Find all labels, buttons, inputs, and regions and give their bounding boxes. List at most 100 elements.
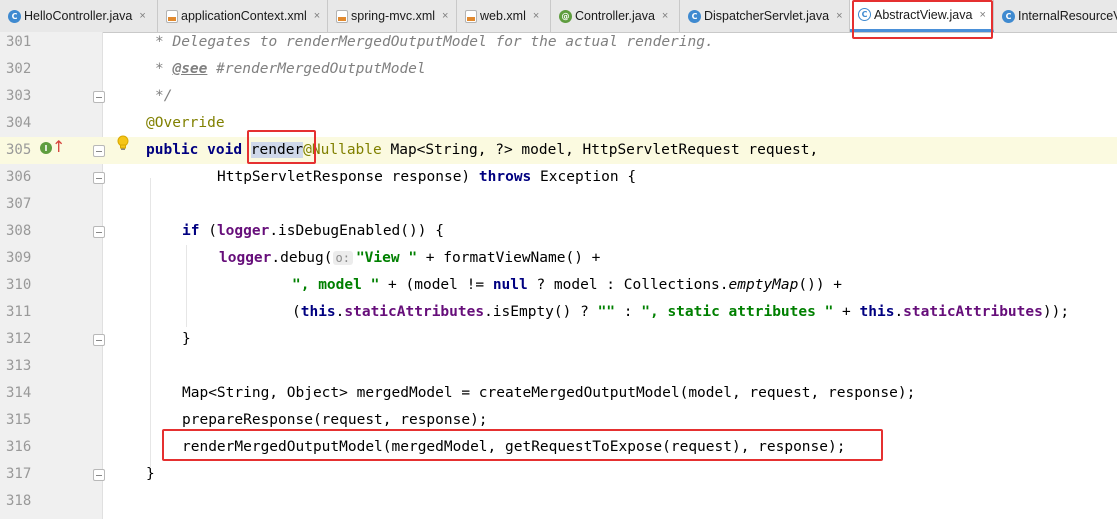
parameter-hint: o: (332, 251, 353, 265)
code-call: .isDebugEnabled()) { (269, 223, 444, 239)
line-number: 313 (6, 358, 32, 374)
code-line-current: 305 public void render@Nullable Map<Stri… (0, 137, 1117, 164)
close-icon[interactable]: × (836, 10, 842, 22)
close-icon[interactable]: × (533, 10, 539, 22)
exception-clause: Exception { (531, 169, 637, 185)
code-line: 308 if (logger.isDebugEnabled()) { (0, 218, 1117, 245)
code-punct: . (894, 304, 904, 320)
field-logger: logger (219, 250, 272, 266)
comment-star: * (155, 61, 173, 77)
code-text: (this.staticAttributes.isEmpty() ? "" : … (292, 299, 1069, 326)
code-line: 306 HttpServletResponse response) throws… (0, 164, 1117, 191)
keyword-if: if (182, 223, 200, 239)
comment-text: */ (155, 88, 173, 104)
line-number: 304 (6, 115, 32, 131)
string-literal: "" (597, 304, 616, 320)
close-icon[interactable]: × (662, 10, 668, 22)
code-line: 303 */ (0, 83, 1117, 110)
indent-guide (186, 245, 187, 327)
line-number: 307 (6, 196, 32, 212)
line-number: 311 (6, 304, 32, 320)
tab-web-xml[interactable]: web.xml × (457, 0, 551, 32)
fold-marker[interactable] (93, 469, 105, 481)
tab-controller-java[interactable]: @ Controller.java × (551, 0, 680, 32)
keyword-this: this (300, 304, 336, 320)
tab-dispatcherservlet-java[interactable]: C DispatcherServlet.java × (680, 0, 850, 32)
implements-marker-icon[interactable]: I (40, 142, 52, 154)
code-text: logger.debug(o: "View " + formatViewName(… (219, 245, 600, 272)
line-number: 305 (6, 142, 32, 158)
string-literal: ", model " (292, 277, 380, 293)
tab-spring-mvc-xml[interactable]: spring-mvc.xml × (328, 0, 457, 32)
code-text: ", model " + (model != null ? model : Co… (292, 272, 842, 299)
line-number: 302 (6, 61, 32, 77)
line-number: 308 (6, 223, 32, 239)
code-expr: + (833, 304, 860, 320)
code-text-rest: + formatViewName() + (417, 250, 601, 266)
lightbulb-icon[interactable] (116, 135, 130, 153)
tab-label: HelloController.java (24, 9, 133, 23)
line-number: 303 (6, 88, 32, 104)
tab-label: web.xml (480, 9, 526, 23)
line-number: 316 (6, 439, 32, 455)
code-line: 307 (0, 191, 1117, 218)
code-expr: ()) + (798, 277, 843, 293)
tab-hellocontroller-java[interactable]: C HelloController.java × (0, 0, 158, 32)
xml-file-icon (465, 9, 477, 23)
overrides-arrow-icon[interactable]: ↑ (52, 137, 65, 157)
tab-label: DispatcherServlet.java (704, 9, 830, 23)
line-number: 312 (6, 331, 32, 347)
static-method-call: emptyMap (728, 277, 799, 293)
xml-file-icon (166, 9, 178, 23)
code-line: 312 } (0, 326, 1117, 353)
code-text: HttpServletResponse response) throws Exc… (217, 164, 636, 191)
field-logger: logger (216, 223, 270, 239)
tab-label: Controller.java (575, 9, 655, 23)
code-line: 304 @Override (0, 110, 1117, 137)
tab-label: spring-mvc.xml (351, 9, 436, 23)
code-line: 311 (this.staticAttributes.isEmpty() ? "… (0, 299, 1117, 326)
code-call: .debug( (271, 250, 333, 266)
line-number: 317 (6, 466, 32, 482)
comment-rest: #renderMergedOutputModel (207, 61, 426, 77)
parameters: HttpServletResponse response) (217, 169, 479, 185)
fold-marker[interactable] (93, 226, 105, 238)
override-annotation: @Override (146, 115, 225, 131)
code-expr: + (model != (379, 277, 493, 293)
code-line: 302 * @see #renderMergedOutputModel (0, 56, 1117, 83)
tab-label: InternalResourceV (1018, 9, 1117, 23)
code-line: 314 Map<String, Object> mergedModel = cr… (0, 380, 1117, 407)
code-line: 318 (0, 488, 1117, 515)
fold-marker[interactable] (93, 334, 105, 346)
code-punct: ( (292, 304, 301, 320)
fold-marker[interactable] (93, 91, 105, 103)
string-literal: "View " (355, 250, 418, 266)
fold-marker[interactable] (93, 172, 105, 184)
indent-guide (150, 178, 151, 468)
line-number: 301 (6, 34, 32, 50)
highlight-box-line-316 (162, 429, 883, 461)
close-icon[interactable]: × (314, 10, 320, 22)
code-text: if (logger.isDebugEnabled()) { (182, 218, 444, 245)
code-punct: )); (1042, 304, 1070, 320)
code-text: Map<String, Object> mergedModel = create… (182, 385, 916, 401)
xml-file-icon (336, 9, 348, 23)
code-line: 310 ", model " + (model != null ? model … (0, 272, 1117, 299)
line-number: 306 (6, 169, 32, 185)
tab-applicationcontext-xml[interactable]: applicationContext.xml × (158, 0, 328, 32)
closing-brace: } (182, 331, 191, 347)
close-icon[interactable]: × (139, 10, 145, 22)
highlight-box-render (247, 130, 316, 164)
javadoc-tag: @see (172, 61, 208, 77)
code-line: 317 } (0, 461, 1117, 488)
keyword-throws: throws (478, 169, 532, 185)
close-icon[interactable]: × (442, 10, 448, 22)
fold-marker[interactable] (93, 145, 105, 157)
annotation-icon: @ (559, 9, 572, 23)
highlight-box-tab (852, 0, 993, 39)
parameters: Map<String, ?> model, HttpServletRequest… (381, 142, 819, 158)
tab-internalresourceview[interactable]: C InternalResourceV (994, 0, 1117, 32)
keyword-public: public (146, 142, 199, 158)
tab-label: applicationContext.xml (181, 9, 307, 23)
class-icon: C (1002, 9, 1015, 23)
